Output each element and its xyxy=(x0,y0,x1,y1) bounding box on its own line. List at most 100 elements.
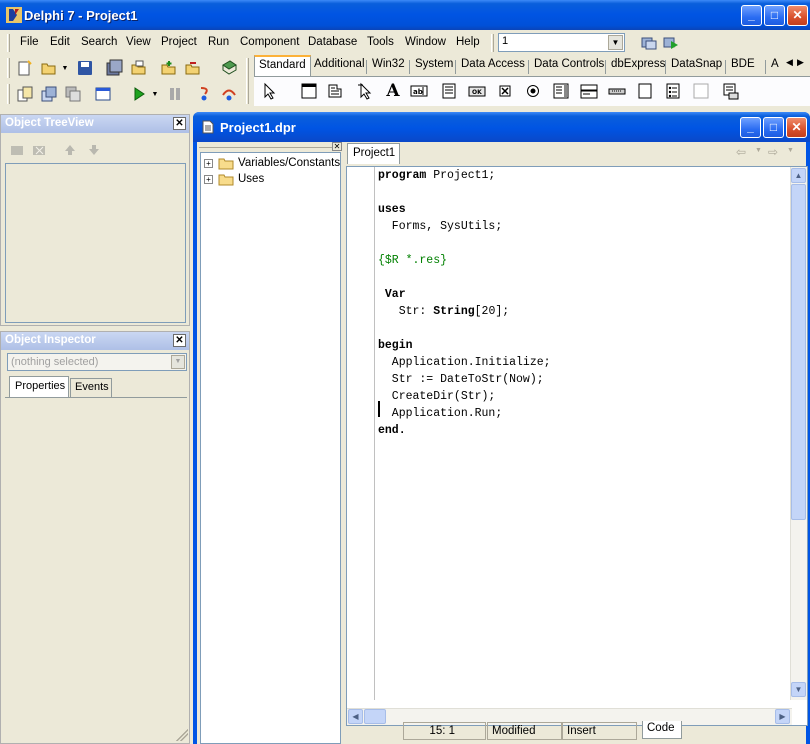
code-line[interactable] xyxy=(378,269,551,286)
editor-maximize-button[interactable]: □ xyxy=(763,117,784,138)
editor-tab-project1[interactable]: Project1 xyxy=(347,143,400,164)
inspector-object-selector[interactable]: (nothing selected) ▼ xyxy=(7,353,187,371)
minimize-button[interactable]: _ xyxy=(741,5,762,26)
inspector-properties-grid[interactable] xyxy=(5,397,187,740)
menu-tools[interactable]: Tools xyxy=(367,36,394,48)
open-project-icon[interactable] xyxy=(128,57,150,79)
radiobutton-component-icon[interactable] xyxy=(522,80,544,102)
panel-component-icon[interactable] xyxy=(690,80,712,102)
step-over-icon[interactable] xyxy=(218,83,240,105)
nav-back-dropdown-icon[interactable]: ▼ xyxy=(755,147,762,154)
move-up-icon[interactable] xyxy=(59,139,81,161)
code-view-tab[interactable]: Code xyxy=(642,721,682,739)
open-dropdown-icon[interactable]: ▼ xyxy=(58,57,72,79)
code-explorer-tree[interactable]: + Variables/Constants + Uses xyxy=(200,152,341,744)
pointer-icon[interactable] xyxy=(258,80,280,102)
menu-view[interactable]: View xyxy=(126,36,151,48)
new-items-icon[interactable] xyxy=(14,57,36,79)
code-line[interactable] xyxy=(378,320,551,337)
nav-back-icon[interactable]: ⇦ xyxy=(736,145,746,159)
code-line[interactable]: CreateDir(Str); xyxy=(378,388,551,405)
tab-properties[interactable]: Properties xyxy=(9,376,69,397)
code-text[interactable]: program Project1; uses Forms, SysUtils; {$… xyxy=(378,167,551,439)
editor-title-bar[interactable]: Project1.dpr _ □ ✕ xyxy=(193,112,810,142)
code-line[interactable]: Var xyxy=(378,286,551,303)
inspector-size-grip[interactable] xyxy=(176,729,188,741)
popupmenu-component-icon[interactable] xyxy=(324,80,346,102)
scroll-up-icon[interactable]: ▲ xyxy=(791,168,806,183)
button-component-icon[interactable]: OK xyxy=(466,80,488,102)
code-editor[interactable]: program Project1; uses Forms, SysUtils; {$… xyxy=(346,166,808,726)
radiogroup-component-icon[interactable] xyxy=(662,80,684,102)
view-form-icon[interactable] xyxy=(38,83,60,105)
code-line[interactable]: Str := DateToStr(Now); xyxy=(378,371,551,388)
maximize-button[interactable]: □ xyxy=(764,5,785,26)
code-line[interactable]: begin xyxy=(378,337,551,354)
chevron-down-icon[interactable]: ▼ xyxy=(608,35,623,50)
palette-tab-standard[interactable]: Standard xyxy=(254,55,311,76)
menu-help[interactable]: Help xyxy=(456,36,480,48)
edit-component-icon[interactable]: ab xyxy=(408,80,430,102)
scrollbar-component-icon[interactable] xyxy=(606,80,628,102)
menubar-grip[interactable] xyxy=(7,34,10,52)
palette-tab-system[interactable]: System xyxy=(415,58,453,70)
editor-minimize-button[interactable]: _ xyxy=(740,117,761,138)
menu-file[interactable]: File xyxy=(20,36,39,48)
save-all-icon[interactable] xyxy=(104,57,126,79)
expand-icon[interactable]: + xyxy=(204,159,213,168)
main-title-bar[interactable]: Delphi 7 - Project1 _ □ ✕ xyxy=(0,0,810,30)
inspector-close-icon[interactable]: ✕ xyxy=(173,334,186,347)
run-dropdown-icon[interactable]: ▼ xyxy=(148,83,162,105)
treeview-new-item-icon[interactable] xyxy=(7,139,29,161)
toolbar-grip[interactable] xyxy=(7,58,10,78)
toggle-form-unit-icon[interactable] xyxy=(62,83,84,105)
menu-edit[interactable]: Edit xyxy=(50,36,70,48)
object-treeview-titlebar[interactable]: Object TreeView ✕ xyxy=(1,115,189,133)
groupbox-component-icon[interactable] xyxy=(634,80,656,102)
combobox-component-icon[interactable] xyxy=(578,80,600,102)
run-icon[interactable] xyxy=(128,83,150,105)
save-icon[interactable] xyxy=(74,57,96,79)
menu-run[interactable]: Run xyxy=(208,36,229,48)
editor-close-button[interactable]: ✕ xyxy=(786,117,807,138)
save-desktop-icon[interactable] xyxy=(638,32,660,54)
new-form-icon[interactable] xyxy=(92,83,114,105)
checkbox-component-icon[interactable] xyxy=(494,80,516,102)
label-component-icon[interactable] xyxy=(354,80,376,102)
remove-file-icon[interactable] xyxy=(182,57,204,79)
open-icon[interactable] xyxy=(38,57,60,79)
code-line[interactable]: Application.Run; xyxy=(378,405,551,422)
palette-tab-win32[interactable]: Win32 xyxy=(372,58,405,70)
object-treeview-tree[interactable] xyxy=(5,163,186,323)
code-line[interactable]: Str: String[20]; xyxy=(378,303,551,320)
trace-into-icon[interactable] xyxy=(194,83,216,105)
set-debug-desktop-icon[interactable] xyxy=(660,32,682,54)
treeview-delete-icon[interactable] xyxy=(29,139,51,161)
menu-window[interactable]: Window xyxy=(405,36,446,48)
memo-component-icon[interactable] xyxy=(438,80,460,102)
menu-database[interactable]: Database xyxy=(308,36,357,48)
code-line[interactable] xyxy=(378,235,551,252)
tab-events[interactable]: Events xyxy=(70,378,112,397)
palette-tab-data-controls[interactable]: Data Controls xyxy=(534,58,604,70)
palette-tab-bde[interactable]: BDE xyxy=(731,58,755,70)
view-unit-icon[interactable] xyxy=(14,83,36,105)
menu-project[interactable]: Project xyxy=(161,36,197,48)
scroll-down-icon[interactable]: ▼ xyxy=(791,682,806,697)
palette-scroll-left-icon[interactable]: ◀ xyxy=(786,57,793,68)
help-contents-icon[interactable] xyxy=(218,57,240,79)
palette-grip[interactable] xyxy=(246,58,249,104)
toolbar2-grip[interactable] xyxy=(7,84,10,104)
listbox-component-icon[interactable] xyxy=(550,80,572,102)
nav-forward-icon[interactable]: ⇨ xyxy=(768,145,778,159)
vertical-scrollbar[interactable]: ▲ ▼ xyxy=(790,167,807,700)
move-down-icon[interactable] xyxy=(83,139,105,161)
label-a-icon[interactable]: A xyxy=(382,80,404,102)
close-button[interactable]: ✕ xyxy=(787,5,808,26)
add-file-icon[interactable] xyxy=(158,57,180,79)
pause-icon[interactable] xyxy=(164,83,186,105)
editor-gutter[interactable] xyxy=(347,167,375,700)
code-line[interactable]: Application.Initialize; xyxy=(378,354,551,371)
actionlist-component-icon[interactable] xyxy=(720,80,742,102)
palette-tab-additional[interactable]: Additional xyxy=(314,58,365,70)
